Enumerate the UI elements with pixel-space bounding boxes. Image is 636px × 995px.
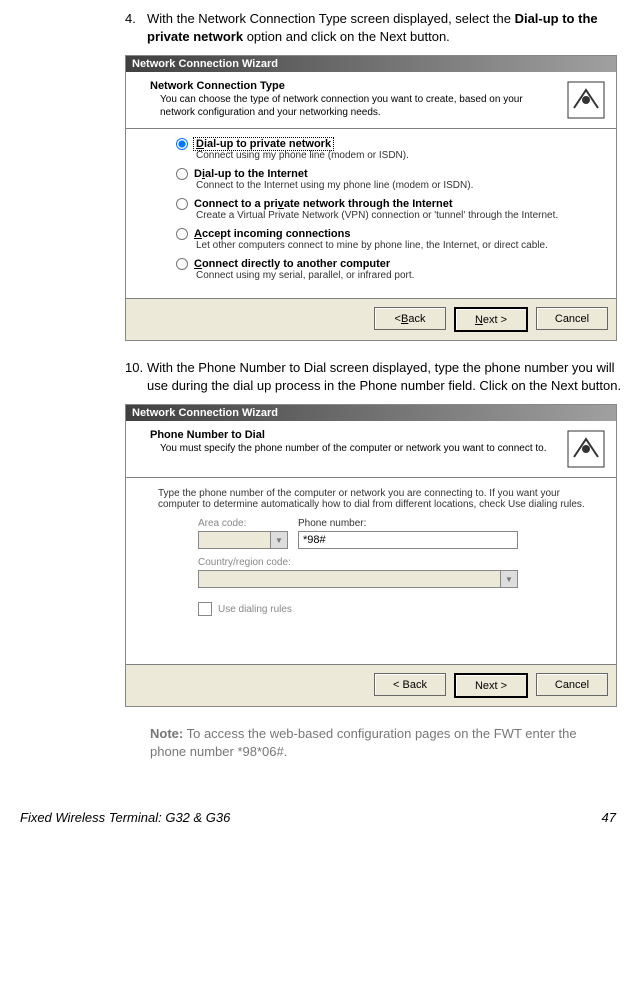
radio-option[interactable]: Dial-up to the Internet Connect to the I… <box>176 168 598 192</box>
dialog-header: Network Connection Type You can choose t… <box>126 72 616 129</box>
option-description: Connect using my serial, parallel, or in… <box>176 270 598 282</box>
dialog-titlebar: Network Connection Wizard <box>126 405 616 421</box>
radio-input[interactable] <box>176 138 188 150</box>
dialog-heading: Phone Number to Dial <box>150 429 265 441</box>
back-button[interactable]: < Back <box>374 307 446 330</box>
note-label: Note: <box>150 726 183 741</box>
country-code-label: Country/region code: <box>198 557 518 568</box>
area-code-label: Area code: <box>198 518 288 529</box>
radio-option[interactable]: Connect to a private network through the… <box>176 198 598 222</box>
phone-number-input[interactable] <box>298 531 518 549</box>
use-dialing-rules-label: Use dialing rules <box>218 604 292 615</box>
dialog-titlebar: Network Connection Wizard <box>126 56 616 72</box>
page-footer: Fixed Wireless Terminal: G32 & G36 47 <box>10 810 626 825</box>
options-panel: Dial-up to private network Connect using… <box>126 129 616 298</box>
radio-input[interactable] <box>176 258 188 270</box>
network-connection-type-dialog: Network Connection Wizard Network Connec… <box>125 55 617 341</box>
area-code-select: ▼ <box>198 531 288 549</box>
step-text-c: option and click on the Next button. <box>243 29 450 44</box>
radio-input[interactable] <box>176 168 188 180</box>
dialog-subheading: You must specify the phone number of the… <box>150 443 560 456</box>
country-code-select: ▼ <box>198 570 518 588</box>
dialog-body: Type the phone number of the computer or… <box>126 478 616 664</box>
connection-icon <box>566 80 606 120</box>
dialog-footer: < Back Next > Cancel <box>126 298 616 340</box>
option-description: Let other computers connect to mine by p… <box>176 240 598 252</box>
step-10: 10. With the Phone Number to Dial screen… <box>125 359 626 394</box>
radio-input[interactable] <box>176 228 188 240</box>
next-button[interactable]: Next > <box>454 673 528 698</box>
phone-number-label: Phone number: <box>298 518 518 529</box>
dialog-header: Phone Number to Dial You must specify th… <box>126 421 616 478</box>
step-4: 4. With the Network Connection Type scre… <box>125 10 626 45</box>
instruction-text: Type the phone number of the computer or… <box>158 488 598 510</box>
radio-option[interactable]: Accept incoming connections Let other co… <box>176 228 598 252</box>
back-button[interactable]: < Back <box>374 673 446 696</box>
dialog-footer: < Back Next > Cancel <box>126 664 616 706</box>
option-description: Connect using my phone line (modem or IS… <box>176 150 598 162</box>
option-description: Connect to the Internet using my phone l… <box>176 180 598 192</box>
option-description: Create a Virtual Private Network (VPN) c… <box>176 210 598 222</box>
footer-title: Fixed Wireless Terminal: G32 & G36 <box>20 810 230 825</box>
cancel-button[interactable]: Cancel <box>536 307 608 330</box>
step-text: With the Phone Number to Dial screen dis… <box>147 360 621 393</box>
step-number: 4. <box>125 10 136 28</box>
dialog-subheading: You can choose the type of network conne… <box>150 94 560 119</box>
chevron-down-icon: ▼ <box>500 570 518 588</box>
step-text-a: With the Network Connection Type screen … <box>147 11 515 26</box>
note-text: To access the web-based configuration pa… <box>150 726 577 759</box>
next-button[interactable]: Next > <box>454 307 528 332</box>
radio-input[interactable] <box>176 198 188 210</box>
use-dialing-rules-checkbox[interactable] <box>198 602 212 616</box>
page-number: 47 <box>602 810 616 825</box>
cancel-button[interactable]: Cancel <box>536 673 608 696</box>
dialog-heading: Network Connection Type <box>150 80 285 92</box>
note: Note: To access the web-based configurat… <box>150 725 616 760</box>
chevron-down-icon: ▼ <box>270 531 288 549</box>
step-number: 10. <box>125 359 143 377</box>
connection-icon <box>566 429 606 469</box>
phone-number-dialog: Network Connection Wizard Phone Number t… <box>125 404 617 707</box>
radio-option[interactable]: Connect directly to another computer Con… <box>176 258 598 282</box>
radio-option[interactable]: Dial-up to private network Connect using… <box>176 138 598 162</box>
